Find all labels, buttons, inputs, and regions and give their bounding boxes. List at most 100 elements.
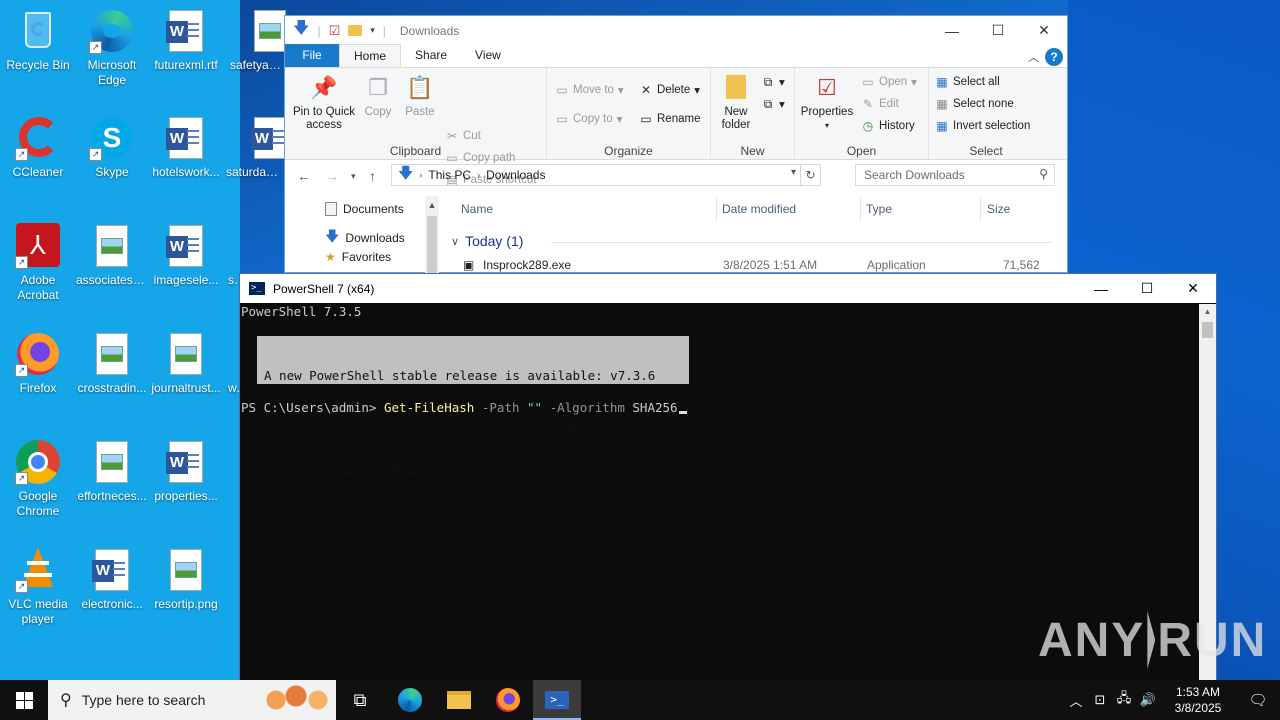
cut-button[interactable]: ✂ Cut [445, 128, 481, 144]
file-row[interactable]: ▣ Insprock289.exe 3/8/2025 1:51 AM Appli… [445, 256, 1059, 286]
delete-button[interactable]: ✕ Delete ▾ [639, 82, 700, 98]
volume-icon[interactable]: 🔊 [1136, 692, 1160, 708]
chevron-up-icon[interactable]: ︿ [1064, 691, 1088, 710]
scroll-up-icon[interactable]: ▲ [425, 200, 439, 210]
file-explorer-window[interactable]: 🡇 | ☑ ▾ | Downloads — ☐ ✕ File Home Shar… [284, 15, 1068, 286]
collapse-ribbon-icon[interactable]: ︿ [1028, 49, 1039, 65]
desktop-icon-futurexml[interactable]: W futurexml.rtf [148, 8, 224, 73]
taskbar-edge[interactable] [386, 680, 434, 720]
select-all-button[interactable]: ▦ Select all [935, 74, 999, 90]
invert-selection-button[interactable]: ▦ Invert selection [935, 118, 1030, 134]
copy-button[interactable]: ❐ Copy [359, 72, 397, 119]
desktop-icon-electronic[interactable]: W electronic... [74, 547, 150, 612]
paste-button[interactable]: 📋 Paste [401, 72, 439, 119]
breadcrumb-this-pc[interactable]: This PC [428, 168, 471, 182]
desktop-icon-skype[interactable]: S ↗ Skype [74, 115, 150, 180]
scroll-thumb[interactable] [1202, 322, 1213, 338]
scroll-thumb[interactable] [427, 216, 437, 274]
edit-button[interactable]: ✎ Edit [861, 96, 899, 112]
down-arrow-icon[interactable]: 🡇 [293, 17, 309, 44]
taskbar-powershell[interactable]: >_ [533, 680, 581, 720]
firefox-icon [496, 688, 520, 712]
refresh-icon[interactable]: ↻ [800, 165, 820, 185]
new-folder-icon[interactable] [348, 25, 363, 36]
tab-file[interactable]: File [285, 44, 339, 67]
powershell-titlebar[interactable]: >_ PowerShell 7 (x64) — ☐ ✕ [240, 274, 1216, 303]
copy-to-button[interactable]: ▭ Copy to ▾ [555, 111, 622, 127]
maximize-button[interactable]: ☐ [1124, 274, 1170, 303]
image-file-icon [163, 331, 209, 377]
nav-item-downloads[interactable]: 🡇 Downloads [325, 226, 405, 250]
meet-now-icon[interactable]: ⊡ [1088, 692, 1112, 708]
notifications-icon[interactable]: 🗨 [1236, 691, 1280, 709]
nav-scrollbar[interactable]: ▲ [425, 196, 439, 274]
command-line[interactable]: PS C:\Users\admin> Get-FileHash -Path ""… [241, 400, 687, 416]
explorer-titlebar[interactable]: 🡇 | ☑ ▾ | Downloads — ☐ ✕ [285, 16, 1067, 45]
desktop-icon-edge[interactable]: ↗ Microsoft Edge [74, 8, 150, 88]
breadcrumb-downloads[interactable]: Downloads [486, 168, 545, 182]
up-arrow-icon[interactable]: ↑ [369, 168, 376, 184]
history-button[interactable]: ◷ History [861, 118, 915, 134]
minimize-button[interactable]: — [929, 16, 975, 45]
close-button[interactable]: ✕ [1021, 16, 1067, 45]
column-type[interactable]: Type [866, 202, 892, 216]
tab-home[interactable]: Home [339, 44, 402, 67]
recent-locations-icon[interactable]: ▾ [351, 171, 356, 182]
chevron-down-icon[interactable]: ▾ [370, 25, 375, 36]
taskbar-search-box[interactable]: ⚲ Type here to search [48, 680, 336, 720]
address-bar[interactable]: 🡇 › This PC › Downloads ▾ ↻ [391, 164, 821, 186]
network-icon[interactable]: 🖧 [1112, 689, 1136, 711]
nav-item-favorites[interactable]: ★ Favorites [325, 250, 391, 264]
pin-quick-access-button[interactable]: 📌 Pin to Quick access [289, 72, 359, 132]
desktop-icon-journaltrust[interactable]: journaltrust... [148, 331, 224, 396]
desktop-icon-ccleaner[interactable]: ↗ CCleaner [0, 115, 76, 180]
group-header-today[interactable]: ∨ Today (1) [451, 233, 1051, 249]
tab-view[interactable]: View [461, 44, 515, 67]
desktop-icon-resortip[interactable]: resortip.png [148, 547, 224, 612]
desktop-icon-imagesele[interactable]: W imagesele... [148, 223, 224, 288]
desktop-icon-saturdaysp[interactable]: W saturdaysp... [222, 115, 288, 180]
forward-arrow-icon[interactable]: → [325, 168, 339, 184]
address-dropdown-icon[interactable]: ▾ [791, 167, 796, 178]
new-item-button[interactable]: ⧉ ▾ [761, 74, 785, 90]
taskbar-file-explorer[interactable] [435, 680, 483, 720]
select-none-button[interactable]: ▦ Select none [935, 96, 1013, 112]
nav-item-documents[interactable]: Documents [325, 202, 404, 216]
desktop-icon-sh[interactable]: sh... [222, 223, 240, 288]
new-folder-button[interactable]: New folder [713, 72, 759, 132]
rename-button[interactable]: ▭ Rename [639, 111, 700, 127]
close-button[interactable]: ✕ [1170, 274, 1216, 303]
column-date-modified[interactable]: Date modified [722, 202, 796, 216]
properties-button[interactable]: ☑ Properties ▾ [799, 72, 855, 132]
desktop-icon-crosstradin[interactable]: crosstradin... [74, 331, 150, 396]
desktop-icon-properties[interactable]: W properties... [148, 439, 224, 504]
move-to-button[interactable]: ▭ Move to ▾ [555, 82, 623, 98]
minimize-button[interactable]: — [1078, 274, 1124, 303]
desktop-icon-vlc[interactable]: ↗ VLC media player [0, 547, 76, 627]
properties-check-icon[interactable]: ☑ [329, 23, 341, 39]
taskbar-firefox[interactable] [484, 680, 532, 720]
desktop-icon-safetyacce[interactable]: safetyacce... [222, 8, 286, 73]
desktop-icon-firefox[interactable]: ↗ Firefox [0, 331, 76, 396]
desktop-icon-associatesp[interactable]: associatesp... [74, 223, 150, 288]
word-file-icon: W [163, 223, 209, 269]
desktop-icon-w[interactable]: w... [222, 331, 240, 396]
back-arrow-icon[interactable]: ← [297, 168, 311, 184]
column-name[interactable]: Name [461, 202, 493, 216]
desktop-icon-hotelswork[interactable]: W hotelswork... [148, 115, 224, 180]
desktop-icon-recycle-bin[interactable]: Recycle Bin [0, 8, 76, 73]
search-downloads-input[interactable]: Search Downloads ⚲ [855, 164, 1055, 186]
open-button[interactable]: ▭ Open ▾ [861, 74, 917, 90]
tab-share[interactable]: Share [401, 44, 461, 67]
scroll-up-icon[interactable]: ▲ [1199, 307, 1216, 316]
desktop-icon-google-chrome[interactable]: ↗ Google Chrome [0, 439, 76, 519]
task-view-button[interactable]: ⧉ [336, 680, 384, 720]
clock[interactable]: 1:53 AM 3/8/2025 [1160, 684, 1236, 716]
start-button[interactable] [0, 680, 48, 720]
maximize-button[interactable]: ☐ [975, 16, 1021, 45]
desktop-icon-adobe-acrobat[interactable]: ⅄ ↗ Adobe Acrobat [0, 223, 76, 303]
desktop-icon-effortneces[interactable]: effortneces... [74, 439, 150, 504]
easy-access-button[interactable]: ⧉ ▾ [761, 96, 785, 112]
column-size[interactable]: Size [987, 202, 1010, 216]
help-icon[interactable]: ? [1045, 48, 1063, 66]
